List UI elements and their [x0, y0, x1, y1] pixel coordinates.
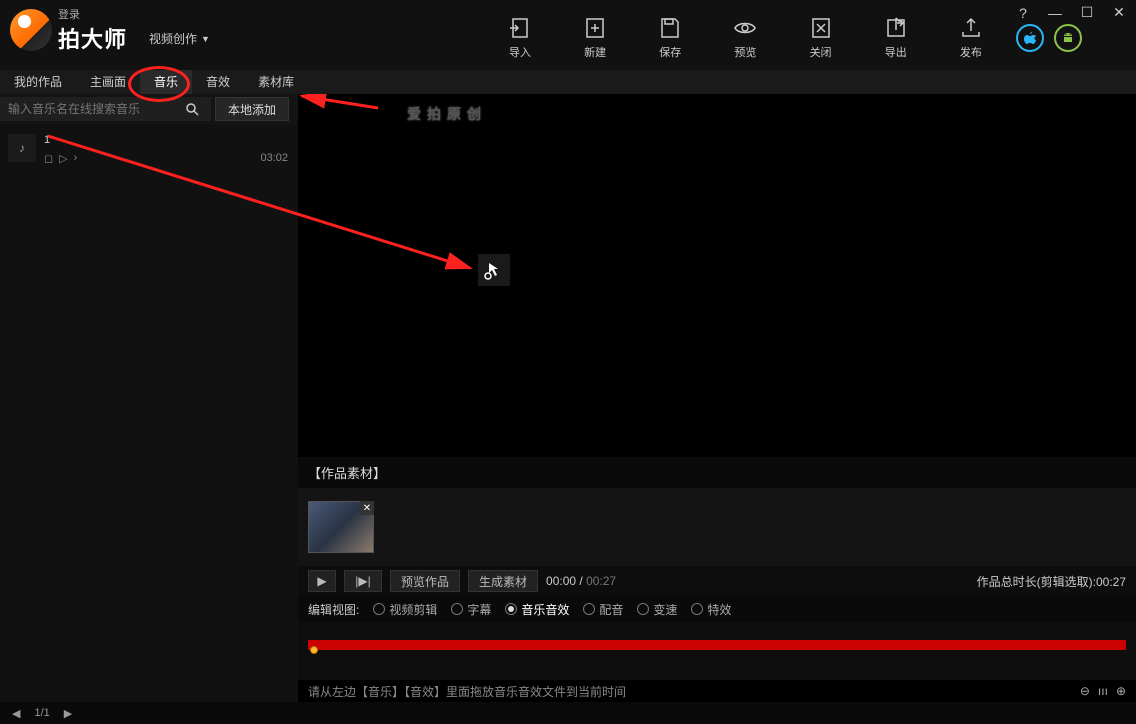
- preview-project-button[interactable]: 预览作品: [390, 570, 460, 592]
- tab-主画面[interactable]: 主画面: [76, 70, 140, 94]
- tab-音效[interactable]: 音效: [192, 70, 244, 94]
- music-search-input[interactable]: [0, 97, 185, 121]
- drop-cursor-icon: [478, 254, 510, 286]
- timeline-track[interactable]: [308, 640, 1126, 650]
- chevron-down-icon: ▼: [201, 34, 210, 44]
- project-duration-label: 作品总时长(剪辑选取):00:27: [977, 573, 1126, 590]
- radio-dot-icon: [373, 603, 385, 615]
- editview-radio-音乐音效[interactable]: 音乐音效: [505, 601, 569, 618]
- zoom-out-icon[interactable]: ⊖: [1080, 684, 1090, 698]
- radio-dot-icon: [637, 603, 649, 615]
- export-button[interactable]: 导出: [866, 16, 926, 60]
- material-thumbnail[interactable]: ✕: [308, 501, 374, 553]
- local-add-button[interactable]: 本地添加: [215, 97, 289, 121]
- eye-icon: [733, 16, 757, 40]
- upload-icon: [959, 16, 983, 40]
- app-title: 拍大师: [58, 22, 127, 54]
- editview-radio-变速[interactable]: 变速: [637, 601, 677, 618]
- radio-dot-icon: [583, 603, 595, 615]
- editview-radio-视频剪辑[interactable]: 视频剪辑: [373, 601, 437, 618]
- new-icon: [583, 16, 607, 40]
- tab-素材库[interactable]: 素材库: [244, 70, 308, 94]
- music-play-icon[interactable]: ▷: [59, 152, 67, 165]
- import-icon: [508, 16, 532, 40]
- playback-time: 00:00 / 00:27: [546, 574, 616, 588]
- login-link[interactable]: 登录: [58, 6, 127, 22]
- hint-text: 请从左边【音乐】【音效】里面拖放音乐音效文件到当前时间: [308, 683, 626, 700]
- material-section-label: 【作品素材】: [298, 457, 1136, 488]
- radio-dot-icon: [691, 603, 703, 615]
- close-icon[interactable]: ✕: [1110, 4, 1128, 21]
- radio-dot-icon: [505, 603, 517, 615]
- search-button[interactable]: [185, 97, 211, 121]
- save-button[interactable]: 保存: [640, 16, 700, 60]
- page-prev-button[interactable]: ◀: [8, 707, 24, 720]
- thumbnail-remove-icon[interactable]: ✕: [360, 501, 374, 515]
- music-list-item[interactable]: ♪ 1 ◻ ▷ › 03:02: [0, 124, 298, 171]
- tab-音乐[interactable]: 音乐: [140, 70, 192, 94]
- mode-label: 视频创作: [149, 30, 197, 47]
- editview-radio-配音[interactable]: 配音: [583, 601, 623, 618]
- zoom-slider-icon[interactable]: ııı: [1098, 684, 1108, 698]
- radio-dot-icon: [451, 603, 463, 615]
- tab-我的作品[interactable]: 我的作品: [0, 70, 76, 94]
- editview-radio-特效[interactable]: 特效: [691, 601, 731, 618]
- export-icon: [884, 16, 908, 40]
- editview-label: 编辑视图:: [308, 601, 359, 618]
- mode-selector[interactable]: 视频创作 ▼: [149, 30, 210, 47]
- step-play-button[interactable]: |▶|: [344, 570, 382, 592]
- generate-material-button[interactable]: 生成素材: [468, 570, 538, 592]
- new-button[interactable]: 新建: [565, 16, 625, 60]
- zoom-in-icon[interactable]: ⊕: [1116, 684, 1126, 698]
- preview-button[interactable]: 预览: [715, 16, 775, 60]
- music-note-icon: ♪: [8, 134, 36, 162]
- ios-store-icon[interactable]: [1016, 24, 1044, 52]
- music-more-icon[interactable]: ›: [74, 152, 78, 165]
- timeline-playhead[interactable]: [308, 634, 318, 648]
- app-avatar: [10, 9, 52, 51]
- import-button[interactable]: 导入: [490, 16, 550, 60]
- editview-radio-字幕[interactable]: 字幕: [451, 601, 491, 618]
- close-button[interactable]: 关闭: [791, 16, 851, 60]
- close-file-icon: [809, 16, 833, 40]
- music-index: 1: [44, 134, 288, 146]
- android-store-icon[interactable]: [1054, 24, 1082, 52]
- watermark-text: 爱拍原创: [406, 104, 482, 124]
- play-button[interactable]: ▶: [308, 570, 336, 592]
- save-icon: [658, 16, 682, 40]
- music-duration: 03:02: [260, 152, 288, 165]
- page-indicator: 1/1: [34, 707, 49, 719]
- publish-button[interactable]: 发布: [941, 16, 1001, 60]
- music-stop-icon[interactable]: ◻: [44, 152, 53, 165]
- page-next-button[interactable]: ▶: [60, 707, 76, 720]
